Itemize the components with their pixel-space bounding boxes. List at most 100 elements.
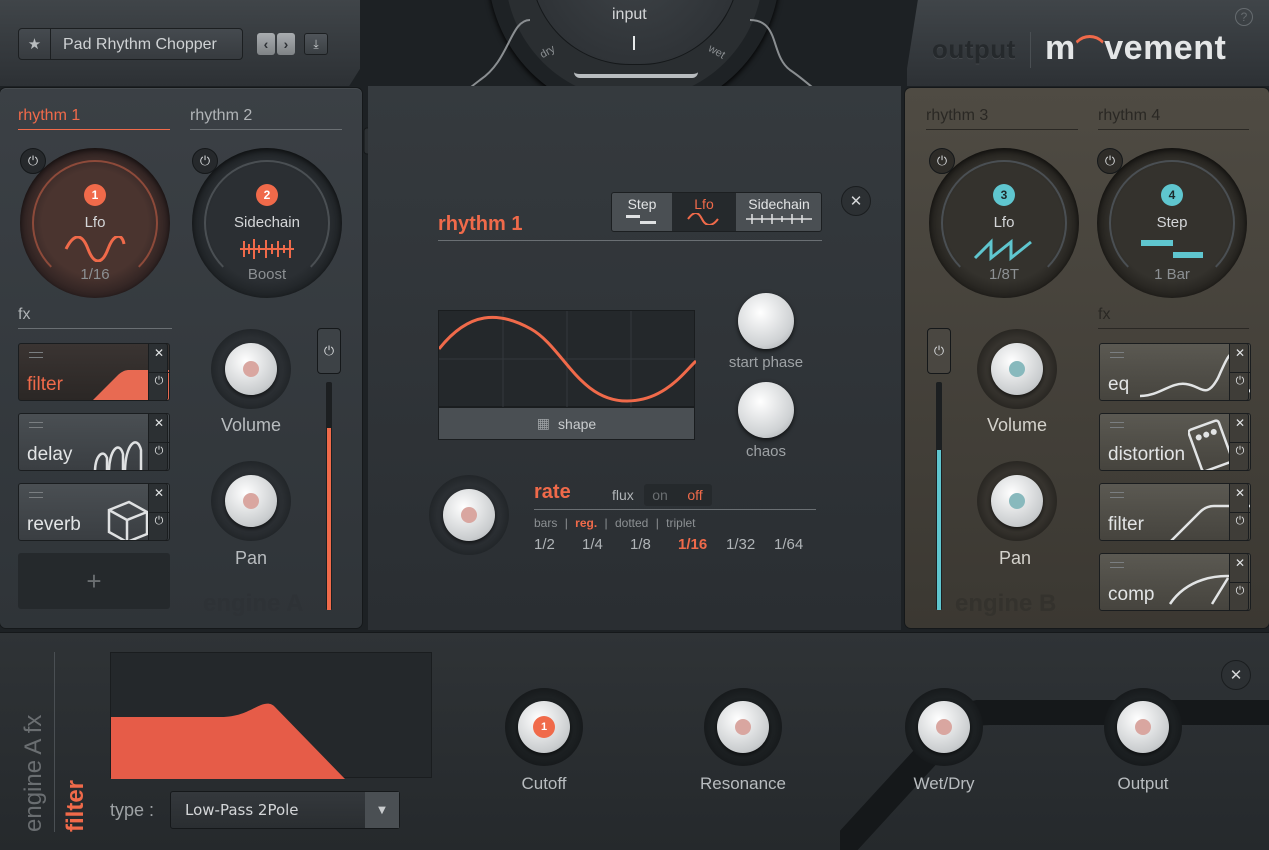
remove-fx-icon[interactable]: ✕ <box>1230 416 1250 430</box>
pan-knob-a[interactable] <box>211 461 291 541</box>
tab-rhythm-2[interactable]: rhythm 2 <box>190 107 342 130</box>
rhythm-2-badge: 2 <box>256 184 278 206</box>
fx-power-icon[interactable]: ⏻ <box>149 445 169 458</box>
help-icon[interactable]: ? <box>1235 8 1253 26</box>
sidechain-wave-icon <box>236 236 298 262</box>
flux-off[interactable]: off <box>678 484 712 506</box>
mode-sidechain[interactable]: Sidechain <box>736 193 822 231</box>
tab-rhythm-1[interactable]: rhythm 1 <box>18 107 170 130</box>
remove-fx-icon[interactable]: ✕ <box>1230 486 1250 500</box>
remove-fx-icon[interactable]: ✕ <box>149 486 169 500</box>
fx-slot-filter-b-controls: ✕ ⏻ <box>1229 483 1249 541</box>
step-wave-icon <box>1141 236 1203 262</box>
engine-b-power-icon[interactable]: ⏻ <box>927 328 951 374</box>
pan-label-b: Pan <box>955 548 1075 569</box>
chevron-down-icon[interactable]: ▼ <box>365 792 399 828</box>
rate-values: 1/21/41/81/161/321/64 <box>534 536 814 553</box>
close-rhythm-icon[interactable]: ✕ <box>841 186 871 216</box>
flux-on[interactable]: on <box>644 484 676 506</box>
close-fx-panel-icon[interactable]: ✕ <box>1221 660 1251 690</box>
volume-knob-b[interactable] <box>977 329 1057 409</box>
add-fx-button[interactable]: + <box>18 553 170 609</box>
engine-b-meter <box>936 382 942 610</box>
prev-preset-button[interactable]: ‹ <box>257 33 275 55</box>
fx-slot-filter-controls: ✕ ⏻ <box>148 343 168 401</box>
rate-value[interactable]: 1/32 <box>726 536 774 553</box>
rate-value[interactable]: 1/64 <box>774 536 814 553</box>
wet-dry-label: Wet/Dry <box>884 774 1004 794</box>
rate-mode-reg[interactable]: reg. <box>575 516 597 530</box>
rhythm-2-knob[interactable]: 2 Sidechain Boost <box>192 148 342 298</box>
preset-name[interactable]: Pad Rhythm Chopper <box>63 36 217 54</box>
fx-power-icon[interactable]: ⏻ <box>1230 445 1250 458</box>
remove-fx-icon[interactable]: ✕ <box>149 346 169 360</box>
rate-mode-triplet[interactable]: triplet <box>666 516 695 530</box>
engine-a-power-icon[interactable]: ⏻ <box>317 328 341 374</box>
remove-fx-icon[interactable]: ✕ <box>149 416 169 430</box>
rate-label: rate <box>534 481 571 504</box>
rhythm-4-power-icon[interactable]: ⏻ <box>1097 148 1123 174</box>
filter-response-graph[interactable] <box>110 652 432 778</box>
drag-handle-icon[interactable] <box>1110 352 1124 358</box>
drag-handle-icon[interactable] <box>1110 492 1124 498</box>
rhythm-1-power-icon[interactable]: ⏻ <box>20 148 46 174</box>
drag-handle-icon[interactable] <box>1110 562 1124 568</box>
rhythm-title: rhythm 1 <box>438 213 522 236</box>
start-phase-knob[interactable] <box>738 293 794 349</box>
fx-section-divider <box>54 652 55 832</box>
tab-rhythm-4[interactable]: rhythm 4 <box>1098 107 1249 130</box>
drag-handle-icon[interactable] <box>29 352 43 358</box>
volume-knob-a[interactable] <box>211 329 291 409</box>
tab-rhythm-3[interactable]: rhythm 3 <box>926 107 1078 130</box>
drag-handle-icon[interactable] <box>1110 422 1124 428</box>
rhythm-3-power-icon[interactable]: ⏻ <box>929 148 955 174</box>
rhythm-1-knob[interactable]: 1 Lfo 1/16 <box>20 148 170 298</box>
mode-lfo[interactable]: Lfo <box>672 193 736 231</box>
drag-handle-icon[interactable] <box>29 422 43 428</box>
chaos-knob[interactable] <box>738 382 794 438</box>
engine-a-meter <box>326 382 332 610</box>
fx-slot-label: filter <box>1108 514 1144 536</box>
rhythm-3-knob[interactable]: 3 Lfo 1/8T <box>929 148 1079 298</box>
fx-power-icon[interactable]: ⏻ <box>1230 515 1250 528</box>
fx-power-icon[interactable]: ⏻ <box>149 375 169 388</box>
remove-fx-icon[interactable]: ✕ <box>1230 346 1250 360</box>
rhythm-4-knob[interactable]: 4 Step 1 Bar <box>1097 148 1247 298</box>
rate-mode-bars[interactable]: bars <box>534 516 557 530</box>
wet-dry-knob[interactable] <box>905 688 983 766</box>
rate-knob[interactable] <box>429 475 509 555</box>
mode-step[interactable]: Step <box>612 193 672 231</box>
next-preset-button[interactable]: › <box>277 33 295 55</box>
rhythm-2-power-icon[interactable]: ⏻ <box>192 148 218 174</box>
sidechain-icon <box>744 213 814 225</box>
lfo-shape-display[interactable] <box>438 310 695 407</box>
flux-toggle[interactable]: on off <box>644 484 712 506</box>
drag-handle-icon[interactable] <box>29 492 43 498</box>
rate-value[interactable]: 1/4 <box>582 536 630 553</box>
fx-slot-delay-controls: ✕ ⏻ <box>148 413 168 471</box>
output-knob[interactable] <box>1104 688 1182 766</box>
volume-label-a: Volume <box>191 415 311 436</box>
fx-power-icon[interactable]: ⏻ <box>149 515 169 528</box>
fx-power-icon[interactable]: ⏻ <box>1230 375 1250 388</box>
fx-power-icon[interactable]: ⏻ <box>1230 585 1250 598</box>
star-icon[interactable]: ★ <box>19 29 51 59</box>
filter-type-value: Low-Pass 2Pole <box>185 801 299 819</box>
cutoff-knob[interactable]: 1 <box>505 688 583 766</box>
save-preset-button[interactable]: ⤓ <box>304 33 328 55</box>
rate-value[interactable]: 1/2 <box>534 536 582 553</box>
engine-b-name: engine B <box>955 590 1056 618</box>
rate-value-active[interactable]: 1/16 <box>678 536 726 553</box>
rate-mode-dotted[interactable]: dotted <box>615 516 648 530</box>
output-label[interactable]: output <box>932 34 1016 65</box>
preset-selector[interactable]: ★ Pad Rhythm Chopper <box>18 28 243 60</box>
shape-button[interactable]: ▦ shape <box>438 407 695 440</box>
filter-type-select[interactable]: Low-Pass 2Pole ▼ <box>170 791 400 829</box>
pan-knob-b[interactable] <box>977 461 1057 541</box>
resonance-knob[interactable] <box>704 688 782 766</box>
step-icon <box>624 213 660 225</box>
remove-fx-icon[interactable]: ✕ <box>1230 556 1250 570</box>
fx-slot-comp-controls: ✕ ⏻ <box>1229 553 1249 611</box>
rate-value[interactable]: 1/8 <box>630 536 678 553</box>
cutoff-badge: 1 <box>533 716 555 738</box>
